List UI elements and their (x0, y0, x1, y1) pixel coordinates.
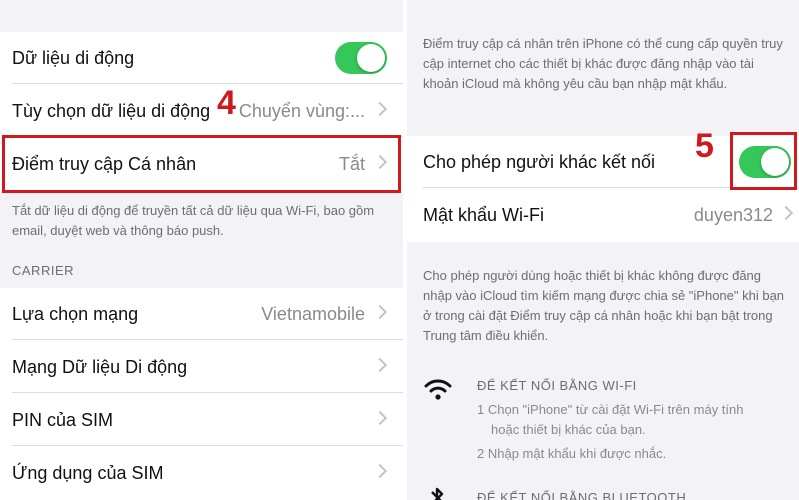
bluetooth-connect-header: ĐỂ KẾT NỐI BẰNG BLUETOOTH (477, 490, 687, 500)
divider (12, 392, 403, 393)
wifi-connect-header: ĐỂ KẾT NỐI BẰNG WI-FI (477, 378, 637, 393)
chevron-right-icon (778, 205, 794, 221)
cellular-data-options-row[interactable]: Tùy chọn dữ liệu di động Chuyển vùng:... (0, 85, 403, 137)
cellular-data-label: Dữ liệu di động (12, 48, 135, 68)
divider (12, 83, 403, 84)
network-selection-label: Lựa chọn mạng (12, 304, 139, 324)
chevron-right-icon (372, 357, 388, 373)
cellular-data-network-row[interactable]: Mạng Dữ liệu Di động (0, 341, 403, 393)
step-number-5: 5 (695, 127, 714, 165)
carrier-group: Lựa chọn mạng Vietnamobile Mạng Dữ liệu … (0, 288, 403, 500)
wifi-step-1: 1 Chọn "iPhone" từ cài đặt Wi-Fi trên má… (477, 402, 744, 417)
chevron-right-icon (372, 101, 388, 117)
sim-applications-row[interactable]: Ứng dụng của SIM (0, 447, 403, 499)
cellular-data-options-label: Tùy chọn dữ liệu di động (12, 101, 211, 121)
wifi-step-2: 2 Nhập mật khẩu khi được nhắc. (477, 446, 667, 461)
sim-pin-row[interactable]: PIN của SIM (0, 394, 403, 446)
wifi-password-row[interactable]: Mật khẩu Wi-Fi duyen312 (407, 189, 799, 241)
personal-hotspot-panel: Điểm truy cập cá nhân trên iPhone có thể… (407, 0, 799, 500)
divider (12, 339, 403, 340)
wifi-step-1-cont: hoặc thiết bị khác của bạn. (491, 422, 646, 437)
divider (12, 445, 403, 446)
chevron-right-icon (372, 304, 388, 320)
wifi-password-label: Mật khẩu Wi-Fi (423, 205, 545, 225)
wifi-password-value: duyen312 (693, 205, 773, 225)
toggle-knob (357, 44, 385, 72)
step-number-4: 4 (217, 84, 236, 122)
allow-others-label: Cho phép người khác kết nối (423, 152, 655, 172)
highlight-box-personal-hotspot (2, 135, 401, 193)
cellular-data-row[interactable]: Dữ liệu di động (0, 32, 403, 84)
cellular-data-toggle[interactable] (335, 42, 387, 74)
cellular-data-network-label: Mạng Dữ liệu Di động (12, 357, 188, 377)
chevron-right-icon (372, 463, 388, 479)
wifi-icon (424, 379, 452, 400)
cellular-data-note: Tắt dữ liệu di động để truyền tất cả dữ … (12, 203, 375, 238)
network-selection-value: Vietnamobile (261, 304, 365, 324)
hotspot-discoverable-note: Cho phép người dùng hoặc thiết bị khác k… (423, 268, 785, 343)
carrier-header: CARRIER (12, 263, 75, 278)
sim-pin-label: PIN của SIM (12, 410, 114, 430)
cellular-settings-panel: Dữ liệu di động Tùy chọn dữ liệu di động… (0, 0, 403, 500)
chevron-right-icon (372, 410, 388, 426)
highlight-box-allow-toggle (730, 132, 797, 190)
hotspot-intro-note: Điểm truy cập cá nhân trên iPhone có thể… (423, 36, 783, 91)
network-selection-row[interactable]: Lựa chọn mạng Vietnamobile (0, 288, 403, 340)
cellular-data-options-value: Chuyển vùng:... (238, 101, 365, 121)
bluetooth-icon (431, 487, 444, 500)
sim-applications-label: Ứng dụng của SIM (12, 463, 164, 483)
